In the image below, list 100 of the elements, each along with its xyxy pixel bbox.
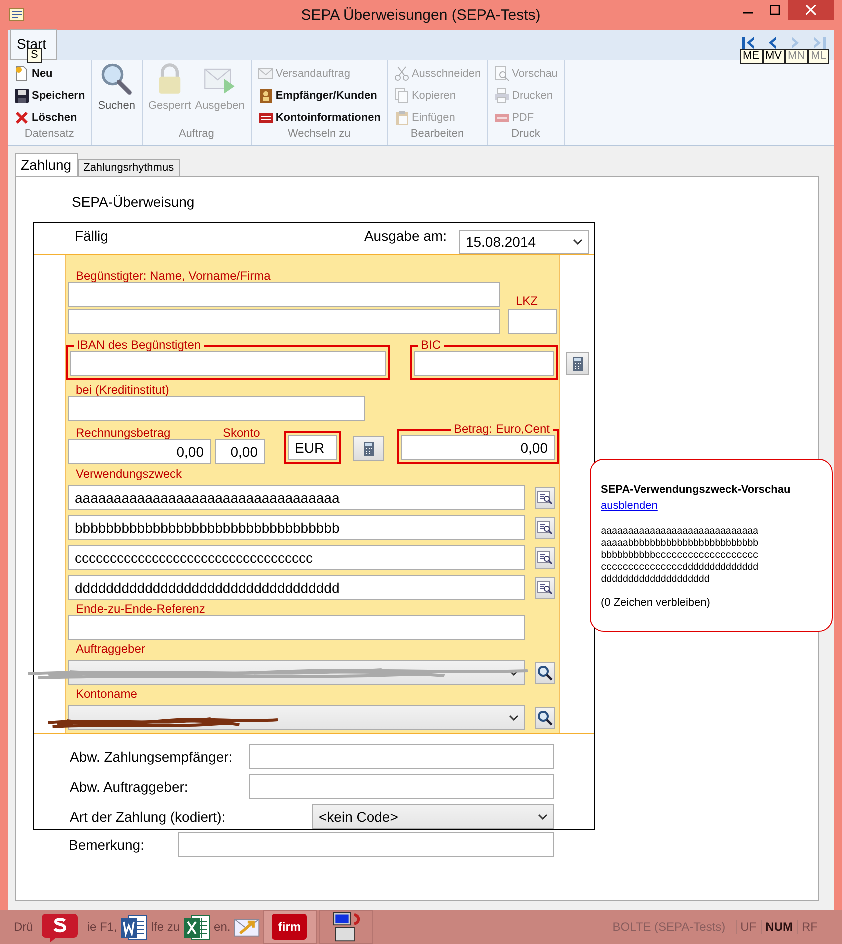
document-magnifier-icon: [537, 580, 553, 596]
input-field[interactable]: [508, 309, 557, 334]
close-icon: [806, 5, 816, 15]
input-field[interactable]: [68, 615, 525, 640]
ribbon-button[interactable]: Kontoinformationen: [258, 108, 381, 127]
calculator-button[interactable]: [566, 352, 589, 375]
input-field[interactable]: [68, 396, 365, 421]
taskbar-app-button[interactable]: [318, 910, 373, 944]
app-icon: [9, 7, 25, 23]
input-field[interactable]: bbbbbbbbbbbbbbbbbbbbbbbbbbbbbbbbbb: [68, 515, 525, 540]
preview-button[interactable]: [535, 516, 555, 538]
field-label: BIC: [420, 340, 442, 351]
delete-icon: [14, 110, 30, 126]
keytip: ML: [808, 49, 830, 64]
field-label: Skonto: [222, 427, 262, 439]
left-arrow-icon: [740, 35, 756, 51]
address-book-icon: [258, 88, 274, 104]
field-label: LKZ: [515, 295, 540, 307]
input-field[interactable]: [249, 744, 554, 769]
date-dropdown[interactable]: 15.08.2014: [458, 230, 589, 254]
ribbon-button[interactable]: Empfänger/Kunden: [258, 86, 381, 105]
field-label: Ende-zu-Ende-Referenz: [75, 603, 206, 615]
input-field[interactable]: [68, 282, 500, 307]
section-label: Fällig: [75, 228, 108, 244]
preview-button[interactable]: [535, 486, 555, 508]
chevron-down-icon: [538, 814, 548, 820]
field-label: Bemerkung:: [69, 836, 146, 852]
search-icon: [537, 664, 553, 680]
preview-title: SEPA-Verwendungszweck-Vorschau: [601, 484, 792, 496]
field-label: Auftraggeber: [75, 643, 146, 655]
input-field[interactable]: 0,00: [401, 435, 555, 460]
status-indicator: UF: [736, 920, 761, 934]
input-field[interactable]: cccccccccccccccccccccccccccccccccc: [68, 545, 525, 570]
input-field[interactable]: 0,00: [215, 439, 265, 464]
field-label: bei (Kreditinstitut): [75, 384, 170, 396]
input-field[interactable]: [249, 774, 554, 799]
calculator-button[interactable]: [353, 436, 384, 461]
input-field[interactable]: dddddddddddddddddddddddddddddddddd: [68, 575, 525, 600]
preview-button[interactable]: [535, 546, 555, 568]
field-label: Ausgabe am:: [364, 228, 447, 244]
field-label: Betrag: Euro,Cent: [452, 424, 551, 435]
chevron-down-icon: [572, 239, 583, 245]
keytip: ME: [740, 49, 762, 64]
preview-text-line: cccccccccccccccdddddddddddddd: [601, 562, 760, 574]
input-field[interactable]: [70, 351, 386, 376]
hide-link[interactable]: ausblenden: [601, 500, 658, 512]
chevron-down-icon: [509, 714, 519, 720]
currency-field[interactable]: EUR: [288, 435, 337, 460]
input-field[interactable]: [414, 351, 554, 376]
input-field[interactable]: [178, 832, 554, 857]
group-label: Bearbeiten: [410, 127, 466, 142]
status-text: lfe zu: [151, 920, 180, 934]
input-field[interactable]: 0,00: [68, 439, 211, 464]
field-label: Art der Zahlung (kodiert):: [70, 808, 227, 824]
save-icon: [14, 88, 30, 104]
preview-button[interactable]: [535, 576, 555, 598]
status-indicator: NUM: [760, 920, 797, 934]
taskbar-app-button[interactable]: firm: [262, 910, 317, 944]
search-icon: [100, 62, 134, 96]
form-heading: SEPA-Überweisung: [71, 193, 196, 212]
field-label: Verwendungszweck: [75, 468, 184, 480]
search-icon: [537, 710, 553, 726]
form-tab[interactable]: Zahlung: [15, 153, 78, 177]
status-text: ie F1,: [87, 920, 118, 934]
search-button[interactable]: [535, 662, 555, 684]
ribbon-button[interactable]: Löschen: [14, 108, 86, 127]
ribbon-button[interactable]: Neu: [14, 64, 86, 83]
minimize-icon: [742, 12, 752, 14]
ribbon-button[interactable]: Suchen: [98, 60, 136, 127]
field-label: Begünstigter: Name, Vorname/Firma: [75, 270, 272, 282]
preview-text-line: aaaaaaaaaaaaaaaaaaaaaaaaaaaaa: [601, 526, 760, 538]
preview-text-line: bbbbbbbbbbccccccccccccccccccc: [601, 550, 760, 562]
printer-icon: [494, 88, 510, 104]
input-field[interactable]: aaaaaaaaaaaaaaaaaaaaaaaaaaaaaaaaaa: [68, 485, 525, 510]
new-document-icon: [14, 66, 30, 82]
clipboard-icon: [394, 110, 410, 126]
keytip: MV: [762, 49, 785, 64]
maximize-icon: [770, 5, 780, 15]
envelope-icon: [258, 66, 274, 82]
group-label: Wechseln zu: [287, 127, 352, 142]
field-label: Abw. Zahlungsempfänger:: [70, 748, 234, 764]
field-label: Rechnungsbetrag: [75, 427, 172, 439]
form-tab[interactable]: Zahlungsrhythmus: [78, 159, 180, 176]
page-magnifier-icon: [494, 66, 510, 82]
field-label: Kontoname: [75, 688, 138, 700]
preview-text-line: aaaaabbbbbbbbbbbbbbbbbbbbbbbb: [601, 538, 760, 550]
status-text: Drü: [14, 920, 34, 934]
input-field[interactable]: [68, 309, 500, 334]
status-text: en.: [214, 920, 231, 934]
navigation-button[interactable]: [740, 35, 756, 51]
preview-text-line: dddddddddddddddddddd: [601, 574, 711, 586]
ribbon-button[interactable]: Speichern: [14, 86, 86, 105]
group-label: Datensatz: [24, 127, 76, 142]
close-button[interactable]: [788, 0, 834, 20]
field-label: IBAN des Begünstigten: [76, 340, 202, 351]
remaining-characters-text: (0 Zeichen verbleiben): [601, 597, 712, 609]
group-label: Auftrag: [178, 127, 216, 142]
status-text: BOLTE (SEPA-Tests): [612, 920, 726, 934]
search-button[interactable]: [535, 706, 555, 728]
dropdown[interactable]: <kein Code>: [312, 804, 554, 829]
